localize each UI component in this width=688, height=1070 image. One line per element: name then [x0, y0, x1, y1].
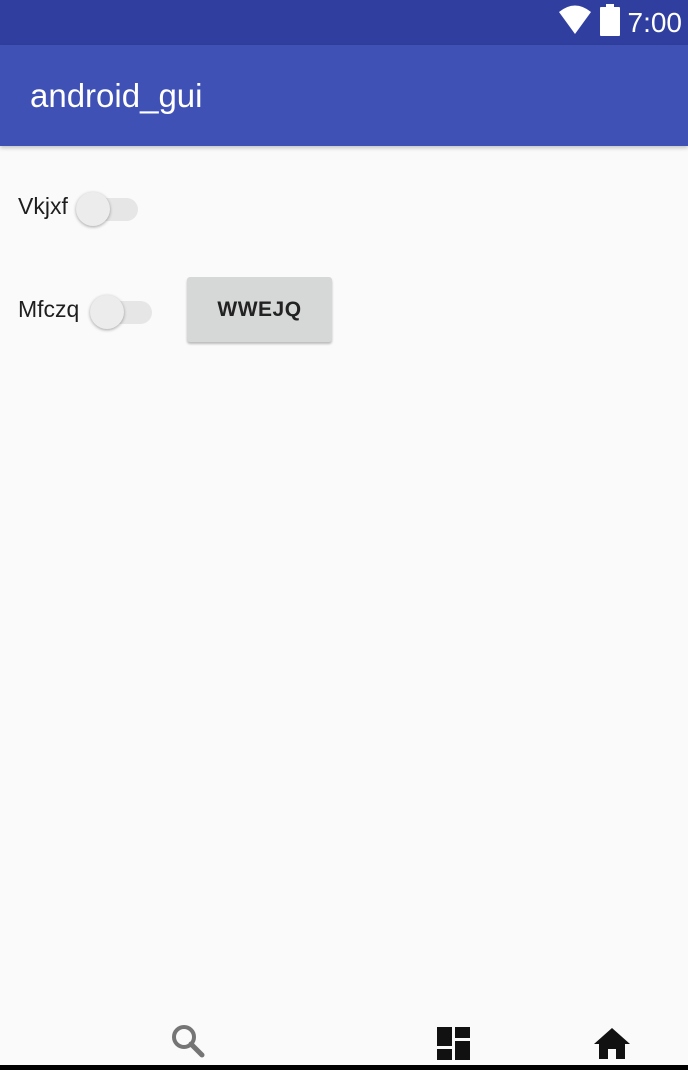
app-bar: android_gui	[0, 45, 688, 146]
home-icon[interactable]	[594, 1028, 630, 1065]
status-bar: 7:00	[0, 0, 688, 45]
switch-thumb	[76, 192, 110, 226]
dashboard-icon[interactable]	[437, 1027, 470, 1065]
navigation-bar	[0, 1000, 688, 1070]
status-time: 7:00	[627, 7, 683, 38]
battery-icon	[599, 4, 620, 41]
switch-mfczq[interactable]	[90, 291, 156, 329]
app-title: android_gui	[30, 77, 203, 114]
wwejq-button[interactable]: WWEJQ	[187, 277, 332, 342]
switch-vkjxf[interactable]	[76, 188, 142, 226]
switch-label-mfczq: Mfczq	[18, 296, 80, 322]
content-area: Vkjxf Mfczq WWEJQ	[0, 146, 688, 1036]
wifi-icon	[558, 5, 592, 40]
status-icons: 7:00	[558, 0, 683, 45]
switch-thumb	[90, 295, 124, 329]
switch-label-vkjxf: Vkjxf	[18, 193, 68, 219]
nav-bar-bottom-edge	[0, 1065, 688, 1070]
search-icon[interactable]	[171, 1024, 205, 1063]
